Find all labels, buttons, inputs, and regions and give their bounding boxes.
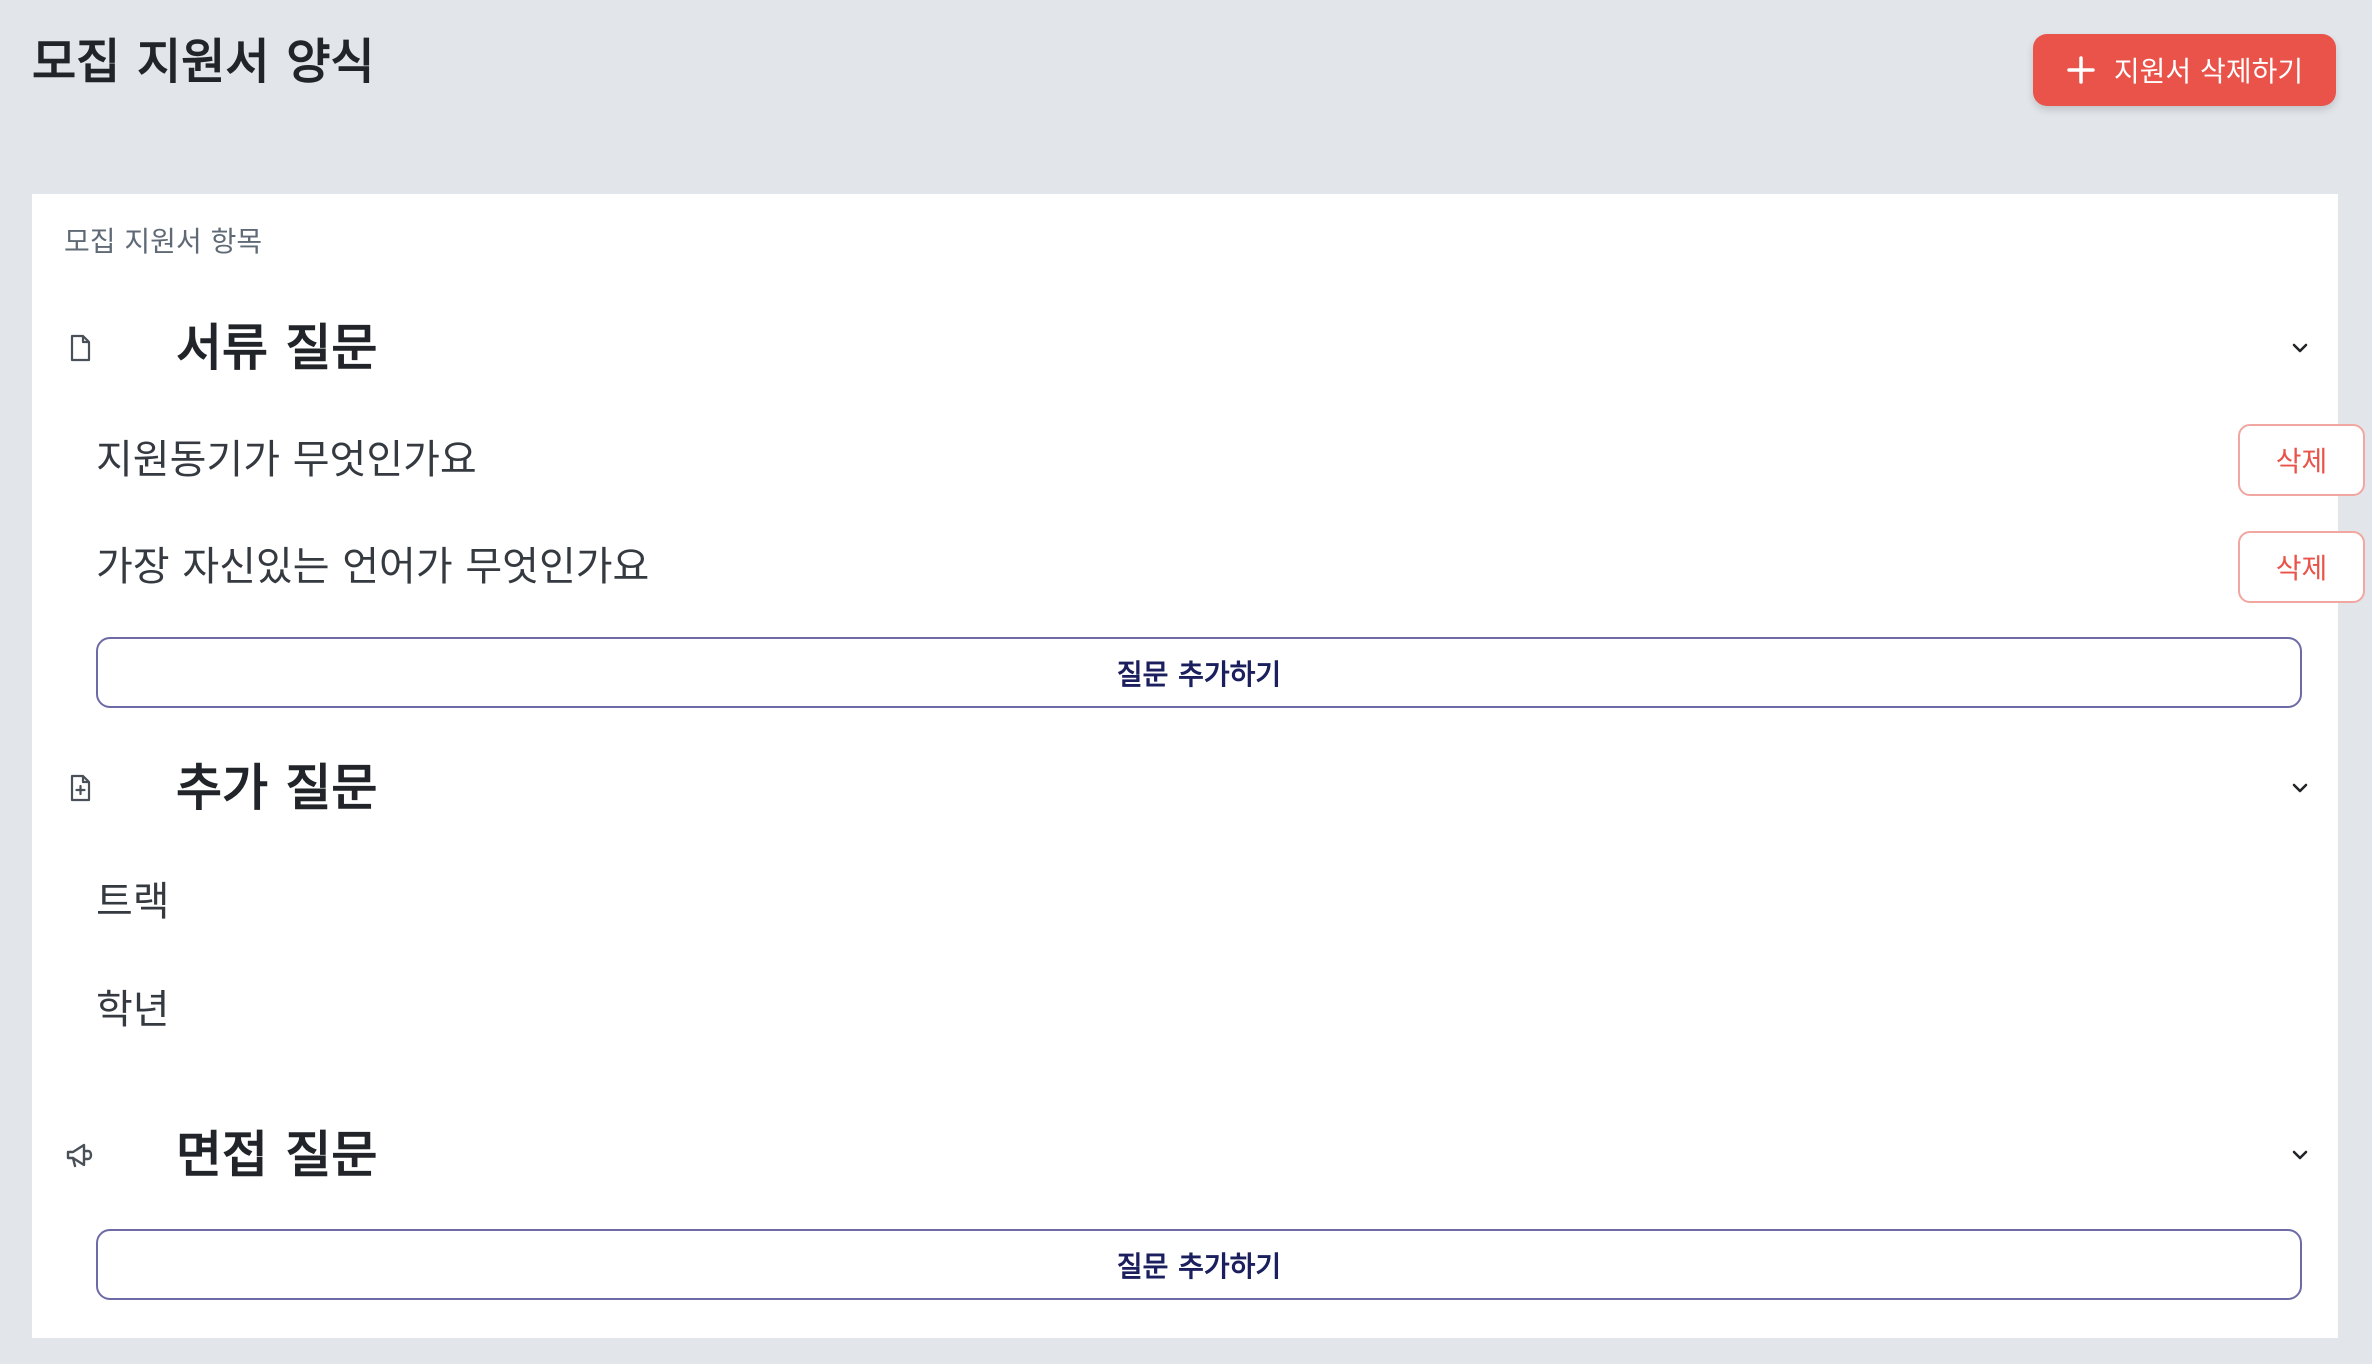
question-row: 가장 자신있는 언어가 무엇인가요 삭제 — [96, 531, 2365, 603]
card-label: 모집 지원서 항목 — [64, 225, 263, 258]
document-icon — [70, 334, 91, 362]
section-title: 추가 질문 — [176, 759, 378, 817]
section-interview-questions[interactable]: 면접 질문 — [32, 1115, 2338, 1195]
additional-item: 학년 — [96, 987, 170, 1033]
section-document-questions[interactable]: 서류 질문 — [32, 308, 2338, 388]
section-title: 면접 질문 — [176, 1126, 378, 1184]
chevron-down-icon[interactable] — [2284, 1139, 2316, 1171]
additional-item: 트랙 — [96, 879, 170, 925]
chevron-down-icon[interactable] — [2284, 772, 2316, 804]
chevron-down-icon[interactable] — [2284, 332, 2316, 364]
delete-form-button-label: 지원서 삭제하기 — [2113, 55, 2304, 88]
delete-question-button[interactable]: 삭제 — [2238, 531, 2365, 603]
add-question-button[interactable]: 질문 추가하기 — [96, 637, 2302, 708]
form-items-card: 모집 지원서 항목 서류 질문 지원동기가 무엇인가요 삭제 가장 자신있는 언… — [32, 194, 2365, 1338]
question-text: 지원동기가 무엇인가요 — [96, 437, 477, 483]
document-add-icon — [70, 774, 91, 802]
page-title: 모집 지원서 양식 — [32, 34, 375, 90]
plus-icon — [2067, 56, 2095, 84]
delete-question-button[interactable]: 삭제 — [2238, 424, 2365, 496]
question-row: 지원동기가 무엇인가요 삭제 — [96, 424, 2365, 496]
delete-form-button[interactable]: 지원서 삭제하기 — [2033, 34, 2336, 106]
megaphone-icon — [66, 1143, 93, 1168]
question-text: 가장 자신있는 언어가 무엇인가요 — [96, 544, 650, 590]
section-title: 서류 질문 — [176, 319, 378, 377]
add-question-button[interactable]: 질문 추가하기 — [96, 1229, 2302, 1300]
section-additional-questions[interactable]: 추가 질문 — [32, 748, 2338, 828]
